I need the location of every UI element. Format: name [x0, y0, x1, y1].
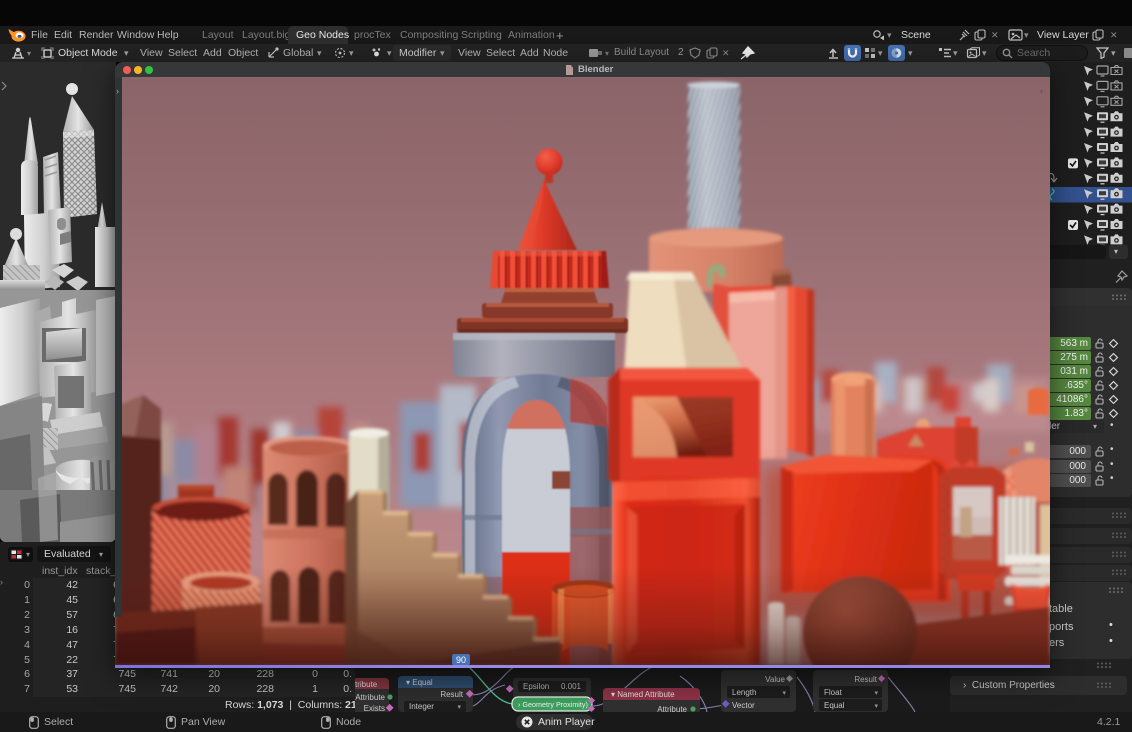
svg-text:▾ Equal: ▾ Equal — [406, 678, 433, 687]
svg-text:‹: ‹ — [1040, 86, 1043, 96]
svg-text:› Geometry Proximity): › Geometry Proximity) — [518, 700, 588, 709]
svg-text:Exists: Exists — [364, 704, 385, 712]
svg-text:Vector: Vector — [732, 701, 755, 710]
svg-text:Length: Length — [732, 688, 756, 697]
svg-text:Epsilon: Epsilon — [523, 682, 549, 691]
svg-text:0.001: 0.001 — [561, 682, 582, 691]
svg-text:▾: ▾ — [782, 690, 786, 697]
svg-text:▾: ▾ — [874, 690, 878, 697]
svg-text:90: 90 — [456, 655, 466, 665]
svg-text:▾ Named Attribute: ▾ Named Attribute — [611, 690, 675, 699]
svg-text:tribute: tribute — [355, 680, 378, 689]
svg-text:›: › — [116, 86, 119, 96]
svg-text:Equal: Equal — [824, 701, 845, 710]
svg-text:Value: Value — [765, 675, 785, 684]
svg-text:Attribute: Attribute — [355, 693, 385, 702]
svg-text:Float: Float — [824, 688, 843, 697]
svg-text:▾: ▾ — [457, 704, 461, 711]
svg-text:▾: ▾ — [874, 703, 878, 710]
svg-text:Integer: Integer — [409, 702, 434, 711]
svg-text:Result: Result — [440, 690, 463, 699]
svg-text:Result: Result — [854, 675, 877, 684]
svg-text:Attribute: Attribute — [657, 705, 687, 712]
